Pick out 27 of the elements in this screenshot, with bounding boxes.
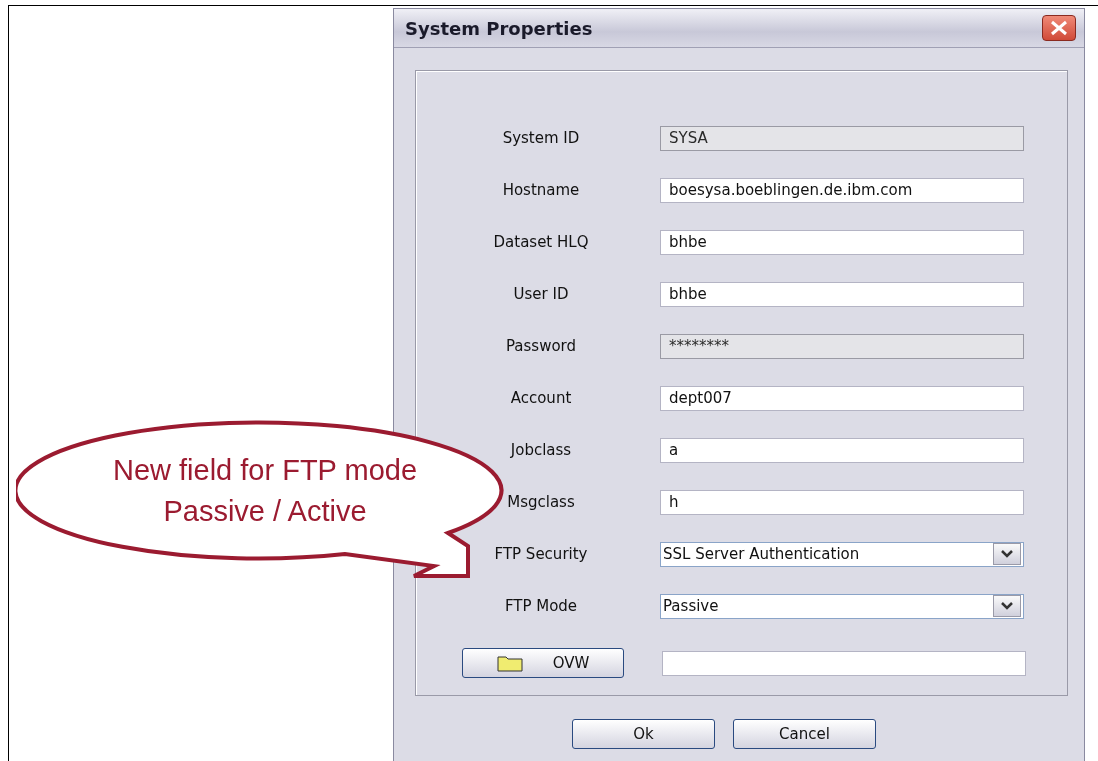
field-label: Dataset HLQ — [492, 233, 590, 251]
input-field[interactable]: h — [660, 489, 1024, 515]
input-field[interactable]: bhbe — [660, 229, 1024, 255]
field-label: Jobclass — [509, 441, 573, 459]
input-field[interactable]: dept007 — [660, 385, 1024, 411]
close-icon — [1050, 20, 1068, 36]
window-title: System Properties — [405, 17, 593, 39]
callout-text: New field for FTP mode Passive / Active — [111, 453, 419, 529]
input-field[interactable]: boesysa.boeblingen.de.ibm.com — [660, 177, 1024, 203]
field-label: Msgclass — [506, 493, 576, 511]
folder-icon — [496, 654, 523, 672]
close-button[interactable] — [1042, 15, 1076, 41]
field-label: FTP Security — [493, 545, 589, 563]
dropdown[interactable]: SSL Server Authentication — [660, 541, 1024, 567]
field-label: System ID — [501, 129, 581, 147]
field-label: Password — [504, 337, 578, 355]
field-label: User ID — [512, 285, 570, 303]
dialog-button[interactable]: Ok — [572, 719, 715, 749]
dropdown[interactable]: Passive — [660, 593, 1024, 619]
ovw-button[interactable]: OVW — [462, 648, 624, 678]
field-label: Account — [509, 389, 573, 407]
input-field[interactable] — [662, 650, 1026, 676]
dialog-button[interactable]: Cancel — [733, 719, 876, 749]
input-field[interactable]: bhbe — [660, 281, 1024, 307]
input-field[interactable]: a — [660, 437, 1024, 463]
field-label: Hostname — [501, 181, 581, 199]
field-label: FTP Mode — [503, 597, 579, 615]
